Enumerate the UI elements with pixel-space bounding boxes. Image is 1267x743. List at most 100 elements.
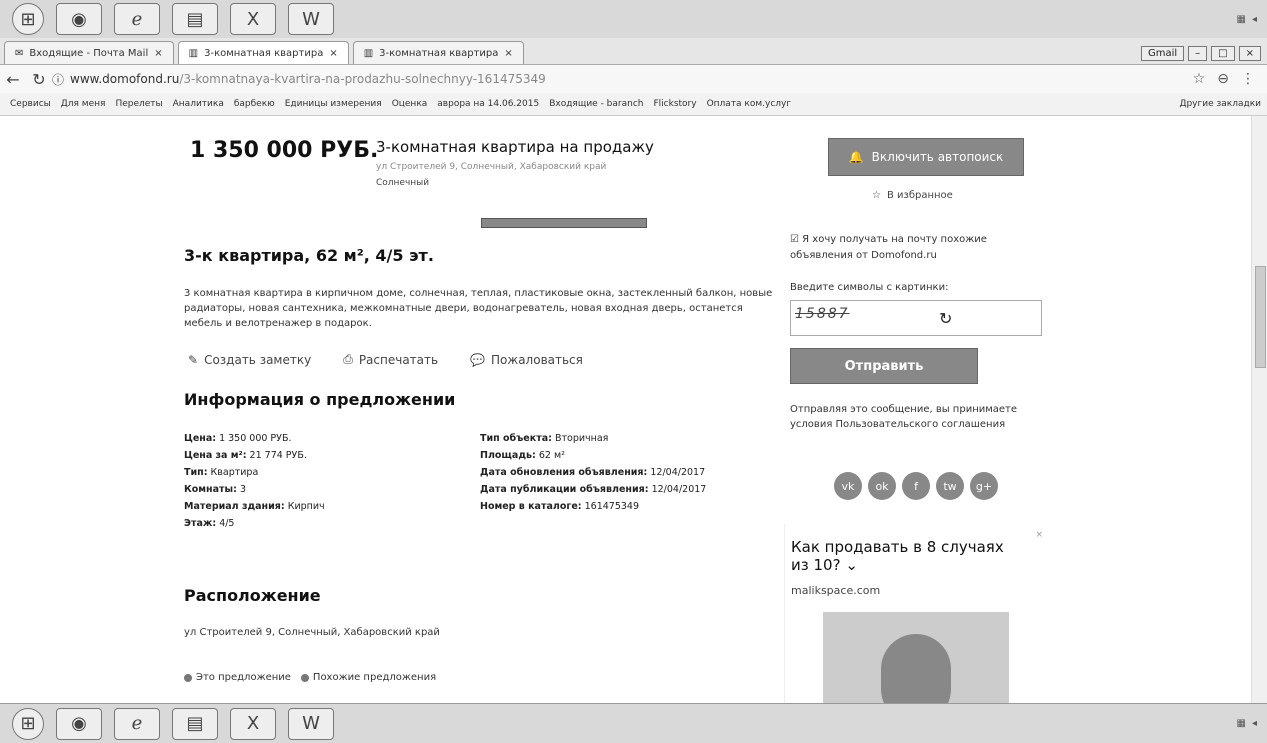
favorites-button[interactable]: ☆ В избранное [872, 190, 953, 201]
speech-bubble-icon: 💬 [470, 352, 486, 367]
ad-site[interactable]: malikspace.com [791, 584, 880, 597]
page-content: 1 350 000 РУБ. 3-комнатная квартира на п… [0, 116, 1252, 703]
bookmark-item[interactable]: Оценка [392, 99, 428, 109]
page-scrollbar[interactable] [1251, 116, 1267, 703]
ad-close-icon[interactable]: × [1035, 530, 1043, 540]
listing-heading: 3-к квартира, 62 м², 4/5 эт. [184, 246, 434, 265]
explorer-taskbar-icon[interactable]: ▤ [172, 707, 218, 740]
info-icon[interactable]: ⓘ [52, 71, 64, 88]
ok-icon[interactable]: ok [868, 472, 896, 500]
captcha-image: 15887 [795, 306, 850, 322]
taskbar-bottom: ⊞ ◉ ℯ ▤ X W ▦ ◂ [0, 703, 1267, 743]
create-note-button[interactable]: ✎ Создать заметку [188, 352, 311, 367]
info-left-column: Цена: 1 350 000 РУБ. Цена за м²: 21 774 … [184, 430, 325, 532]
listing-description: 3 комнатная квартира в кирпичном доме, с… [184, 288, 773, 329]
info-value: Квартира [210, 467, 259, 478]
terms-text: Отправляя это сообщение, вы принимаете у… [790, 404, 1018, 430]
bookmark-item[interactable]: Перелеты [115, 99, 162, 109]
complain-button[interactable]: 💬 Пожаловаться [470, 352, 583, 367]
excel-taskbar-icon[interactable]: X [230, 3, 276, 35]
ie-taskbar-icon[interactable]: ℯ [114, 707, 160, 740]
print-button[interactable]: ⎙ Распечатать [343, 352, 438, 367]
bookmark-item[interactable]: Flickstory [653, 99, 696, 109]
close-icon[interactable]: × [154, 48, 162, 59]
dot-icon [184, 673, 192, 682]
start-button[interactable]: ⊞ [12, 707, 44, 740]
bookmark-item[interactable]: Аналитика [173, 99, 224, 109]
back-arrow-icon[interactable]: ← [0, 70, 26, 89]
close-icon[interactable]: × [329, 48, 337, 59]
minimize-button[interactable]: – [1188, 46, 1208, 61]
user-button[interactable]: Gmail [1140, 46, 1185, 61]
tab-label: Входящие - Почта Mail [29, 47, 149, 59]
ad-block[interactable]: × Как продавать в 8 случаях из 10? ⌄ mal… [784, 524, 1049, 703]
network-icon: ▦ [1236, 718, 1246, 729]
info-value: 12/04/2017 [650, 467, 706, 478]
refresh-icon[interactable]: ↻ [939, 309, 952, 328]
url-host: www.domofond.ru [70, 72, 180, 86]
system-tray: ▦ ◂ [1237, 718, 1257, 729]
ad-image[interactable] [823, 612, 1009, 703]
extension-icon[interactable]: ⊖ [1217, 71, 1229, 87]
menu-icon[interactable]: ⋮ [1241, 71, 1255, 87]
info-key: Тип объекта: [480, 433, 552, 444]
tab-listing[interactable]: ▥ 3-комнатная квартира × [352, 41, 524, 64]
ie-taskbar-icon[interactable]: ℯ [114, 3, 160, 35]
close-icon[interactable]: × [504, 48, 512, 59]
scrollbar-thumb[interactable] [1255, 266, 1266, 368]
tab-mail[interactable]: ✉ Входящие - Почта Mail × [4, 41, 174, 64]
address-bar: ← ↻ ⓘ www.domofond.ru/3-komnatnaya-kvart… [0, 65, 1267, 93]
ad-title-text: Как продавать в 8 случаях из 10? [791, 538, 1004, 574]
bookmark-item[interactable]: барбекю [234, 99, 275, 109]
bell-icon: 🔔 [848, 150, 864, 164]
facebook-icon[interactable]: f [902, 472, 930, 500]
vk-icon[interactable]: vk [834, 472, 862, 500]
word-taskbar-icon[interactable]: W [288, 707, 334, 740]
reload-icon[interactable]: ↻ [26, 70, 52, 89]
bookmark-item[interactable]: Входящие - baranch [549, 99, 643, 109]
gallery-bar[interactable] [481, 218, 647, 228]
chrome-taskbar-icon[interactable]: ◉ [56, 707, 102, 740]
info-value: 62 м² [538, 450, 565, 461]
bookmark-item[interactable]: Для меня [61, 99, 106, 109]
url-input[interactable]: www.domofond.ru/3-komnatnaya-kvartira-na… [70, 72, 1193, 86]
start-button[interactable]: ⊞ [12, 3, 44, 35]
word-taskbar-icon[interactable]: W [288, 3, 334, 35]
maximize-button[interactable]: □ [1211, 46, 1235, 61]
this-offer-toggle[interactable]: Это предложение [184, 672, 291, 683]
autosearch-button[interactable]: 🔔 Включить автопоиск [828, 138, 1024, 176]
bookmark-services[interactable]: Сервисы [10, 99, 51, 109]
bookmarks-bar: Сервисы Для меня Перелеты Аналитика барб… [0, 93, 1267, 116]
captcha-label: Введите символы с картинки: [790, 282, 949, 293]
send-button[interactable]: Отправить [790, 348, 978, 384]
similar-offers-toggle[interactable]: Похожие предложения [300, 672, 436, 683]
info-heading: Информация о предложении [184, 390, 456, 409]
tab-listing-active[interactable]: ▥ 3-комнатная квартира × [177, 41, 349, 64]
info-value: Кирпич [287, 501, 325, 512]
subscribe-label: Я хочу получать на почту похожие объявле… [790, 234, 987, 261]
captcha-field[interactable]: 15887 ↻ [790, 300, 1042, 336]
bookmark-item[interactable]: аврора на 14.06.2015 [437, 99, 539, 109]
star-icon[interactable]: ☆ [1193, 71, 1206, 87]
other-bookmarks[interactable]: Другие закладки [1179, 99, 1261, 109]
bookmark-item[interactable]: Оплата ком.услуг [707, 99, 792, 109]
info-row: Тип объекта: Вторичная [480, 430, 706, 447]
chrome-taskbar-icon[interactable]: ◉ [56, 3, 102, 35]
excel-taskbar-icon[interactable]: X [230, 707, 276, 740]
ad-photo-person [881, 634, 951, 703]
info-key: Площадь: [480, 450, 536, 461]
chevron-down-icon: ⌄ [845, 556, 858, 574]
autosearch-label: Включить автопоиск [871, 150, 1004, 164]
info-row: Номер в каталоге: 161475349 [480, 498, 706, 515]
twitter-icon[interactable]: tw [936, 472, 964, 500]
info-row: Площадь: 62 м² [480, 447, 706, 464]
explorer-taskbar-icon[interactable]: ▤ [172, 3, 218, 35]
ad-title[interactable]: Как продавать в 8 случаях из 10? ⌄ [791, 538, 1021, 574]
info-value: 161475349 [584, 501, 640, 512]
bookmark-item[interactable]: Единицы измерения [285, 99, 382, 109]
google-plus-icon[interactable]: g+ [970, 472, 998, 500]
listing-actions: ✎ Создать заметку ⎙ Распечатать 💬 Пожаловат… [188, 352, 583, 367]
network-icon: ▦ [1236, 13, 1246, 25]
close-window-button[interactable]: × [1238, 46, 1261, 61]
subscribe-checkbox[interactable]: ☑ Я хочу получать на почту похожие объяв… [790, 232, 1026, 264]
